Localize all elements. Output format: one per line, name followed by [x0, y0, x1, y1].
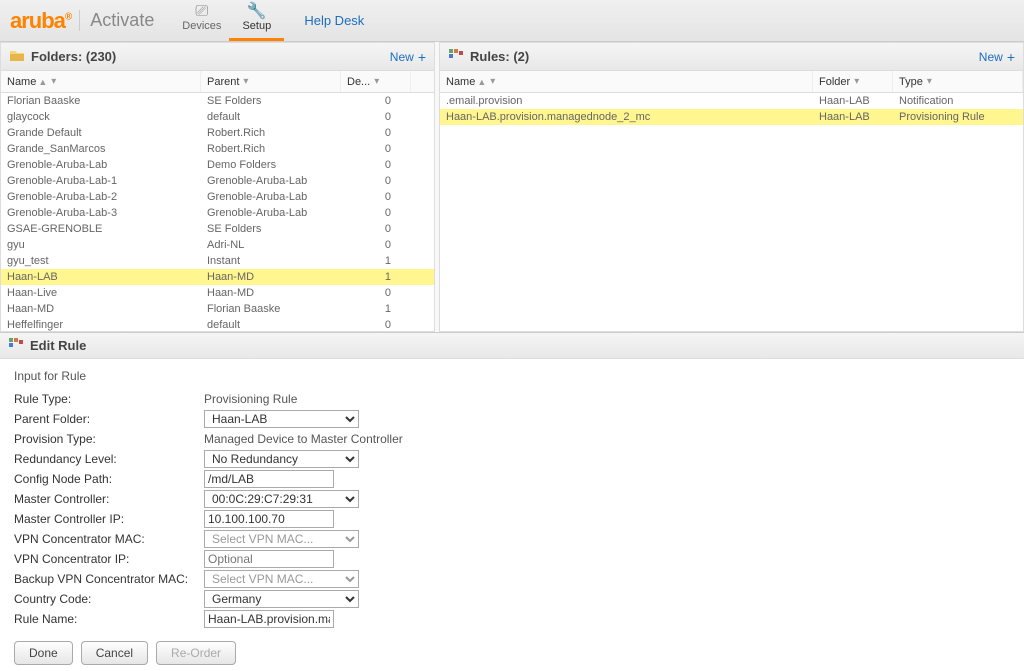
parent-folder-label: Parent Folder: — [14, 412, 204, 426]
folders-col-name[interactable]: Name▲▾ — [1, 71, 201, 92]
backup-vpn-select[interactable]: Select VPN MAC... — [204, 570, 359, 588]
country-label: Country Code: — [14, 592, 204, 606]
table-row[interactable]: Grenoble-Aruba-LabDemo Folders0 — [1, 157, 434, 173]
filter-icon[interactable]: ▾ — [51, 76, 56, 87]
table-row[interactable]: Haan-LiveHaan-MD0 — [1, 285, 434, 301]
folder-icon — [9, 48, 25, 65]
table-row[interactable]: Florian BaaskeSE Folders0 — [1, 93, 434, 109]
edit-rule-panel: Edit Rule Input for Rule Rule Type:Provi… — [0, 332, 1024, 671]
activate-label: Activate — [79, 10, 154, 31]
table-row[interactable]: gyuAdri-NL0 — [1, 237, 434, 253]
rules-icon — [448, 48, 464, 65]
rules-thead: Name▲▾ Folder▾ Type▾ — [440, 71, 1023, 93]
table-row[interactable]: gyu_testInstant1 — [1, 253, 434, 269]
table-row[interactable]: Heffelfingerdefault0 — [1, 317, 434, 331]
aruba-logo: aruba® — [10, 8, 71, 34]
folders-title: Folders: (230) — [31, 49, 116, 64]
filter-icon[interactable]: ▾ — [854, 76, 859, 87]
master-ctrl-label: Master Controller: — [14, 492, 204, 506]
rules-col-type[interactable]: Type▾ — [893, 71, 1023, 92]
table-row[interactable]: Haan-LAB.provision.managednode_2_mcHaan-… — [440, 109, 1023, 125]
filter-icon[interactable]: ▾ — [490, 76, 495, 87]
vpn-ip-input[interactable] — [204, 550, 334, 568]
folders-header: Folders: (230) New + — [1, 43, 434, 71]
folders-body: Florian BaaskeSE Folders0glaycockdefault… — [1, 93, 434, 331]
table-row[interactable]: Haan-MDFlorian Baaske1 — [1, 301, 434, 317]
tab-setup-label: Setup — [242, 20, 271, 32]
backup-vpn-label: Backup VPN Concentrator MAC: — [14, 572, 204, 586]
rules-icon — [8, 337, 24, 354]
folders-thead: Name▲▾ Parent▾ De...▾ — [1, 71, 434, 93]
vpn-ip-label: VPN Concentrator IP: — [14, 552, 204, 566]
provision-type-label: Provision Type: — [14, 432, 204, 446]
table-row[interactable]: GSAE-GRENOBLESE Folders0 — [1, 221, 434, 237]
rule-name-input[interactable] — [204, 610, 334, 628]
cancel-button[interactable]: Cancel — [81, 641, 148, 665]
table-row[interactable]: Haan-LABHaan-MD1 — [1, 269, 434, 285]
nav-tabs: ⎚ Devices 🔧 Setup — [174, 0, 284, 41]
tab-devices[interactable]: ⎚ Devices — [174, 0, 229, 41]
vpn-mac-select[interactable]: Select VPN MAC... — [204, 530, 359, 548]
vpn-mac-label: VPN Concentrator MAC: — [14, 532, 204, 546]
folders-col-dev[interactable]: De...▾ — [341, 71, 411, 92]
config-path-input[interactable] — [204, 470, 334, 488]
table-row[interactable]: Grande_SanMarcosRobert.Rich0 — [1, 141, 434, 157]
done-button[interactable]: Done — [14, 641, 73, 665]
parent-folder-select[interactable]: Haan-LAB — [204, 410, 359, 428]
sort-asc-icon: ▲ — [477, 77, 486, 87]
rule-type-value: Provisioning Rule — [204, 392, 297, 406]
edit-rule-header: Edit Rule — [0, 333, 1024, 359]
tab-devices-label: Devices — [182, 20, 221, 32]
folders-add-icon[interactable]: + — [418, 49, 426, 65]
filter-icon[interactable]: ▾ — [374, 76, 379, 87]
sort-asc-icon: ▲ — [38, 77, 47, 87]
filter-icon[interactable]: ▾ — [243, 76, 248, 87]
table-row[interactable]: Grande DefaultRobert.Rich0 — [1, 125, 434, 141]
folders-col-parent[interactable]: Parent▾ — [201, 71, 341, 92]
table-row[interactable]: Grenoble-Aruba-Lab-3Grenoble-Aruba-Lab0 — [1, 205, 434, 221]
redundancy-select[interactable]: No Redundancy — [204, 450, 359, 468]
reorder-button[interactable]: Re-Order — [156, 641, 236, 665]
table-row[interactable]: Grenoble-Aruba-Lab-1Grenoble-Aruba-Lab0 — [1, 173, 434, 189]
rules-body: .email.provisionHaan-LABNotificationHaan… — [440, 93, 1023, 331]
devices-icon: ⎚ — [174, 4, 229, 20]
rules-col-folder[interactable]: Folder▾ — [813, 71, 893, 92]
app-header: aruba® Activate ⎚ Devices 🔧 Setup Help D… — [0, 0, 1024, 42]
rules-title: Rules: (2) — [470, 49, 529, 64]
provision-type-value: Managed Device to Master Controller — [204, 432, 403, 446]
rules-header: Rules: (2) New + — [440, 43, 1023, 71]
master-ip-label: Master Controller IP: — [14, 512, 204, 526]
tab-setup[interactable]: 🔧 Setup — [229, 0, 284, 41]
rules-col-name[interactable]: Name▲▾ — [440, 71, 813, 92]
table-row[interactable]: Grenoble-Aruba-Lab-2Grenoble-Aruba-Lab0 — [1, 189, 434, 205]
master-ip-input[interactable] — [204, 510, 334, 528]
rules-new-link[interactable]: New — [979, 50, 1003, 64]
rule-name-label: Rule Name: — [14, 612, 204, 626]
master-ctrl-select[interactable]: 00:0C:29:C7:29:31 — [204, 490, 359, 508]
table-row[interactable]: .email.provisionHaan-LABNotification — [440, 93, 1023, 109]
main-panels: Folders: (230) New + Name▲▾ Parent▾ De..… — [0, 42, 1024, 332]
edit-rule-section: Input for Rule — [0, 359, 1024, 389]
folders-panel: Folders: (230) New + Name▲▾ Parent▾ De..… — [0, 42, 435, 332]
rules-add-icon[interactable]: + — [1007, 49, 1015, 65]
table-row[interactable]: glaycockdefault0 — [1, 109, 434, 125]
rules-panel: Rules: (2) New + Name▲▾ Folder▾ Type▾ .e… — [439, 42, 1024, 332]
edit-rule-form: Rule Type:Provisioning Rule Parent Folde… — [0, 389, 1024, 629]
filter-icon[interactable]: ▾ — [927, 76, 932, 87]
edit-rule-buttons: Done Cancel Re-Order — [0, 629, 1024, 665]
edit-rule-title: Edit Rule — [30, 338, 86, 353]
folders-new-link[interactable]: New — [390, 50, 414, 64]
setup-icon: 🔧 — [229, 4, 284, 20]
help-desk-link[interactable]: Help Desk — [304, 13, 364, 28]
rule-type-label: Rule Type: — [14, 392, 204, 406]
config-path-label: Config Node Path: — [14, 472, 204, 486]
redundancy-label: Redundancy Level: — [14, 452, 204, 466]
country-select[interactable]: Germany — [204, 590, 359, 608]
